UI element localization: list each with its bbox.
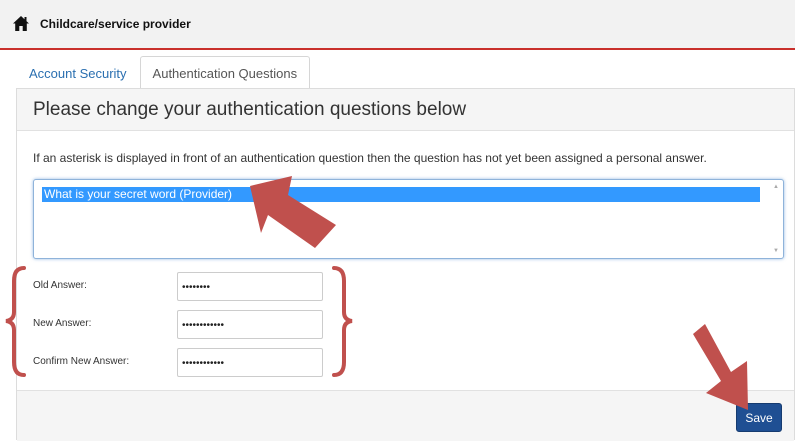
confirm-answer-row: Confirm New Answer: •••••••••••• [33, 348, 353, 378]
tab-bar: Account Security Authentication Question… [16, 56, 311, 89]
old-answer-row: Old Answer: •••••••• [33, 272, 353, 302]
scroll-up-icon[interactable]: ▲ [773, 184, 779, 190]
tab-account-security[interactable]: Account Security [16, 56, 140, 89]
tab-authentication-questions[interactable]: Authentication Questions [139, 56, 311, 89]
new-answer-field[interactable]: •••••••••••• [177, 310, 323, 339]
question-listbox[interactable]: What is your secret word (Provider) ▲ ▼ [33, 179, 784, 259]
confirm-answer-field[interactable]: •••••••••••• [177, 348, 323, 377]
home-icon[interactable] [12, 14, 32, 34]
new-answer-label: New Answer: [33, 318, 92, 329]
old-answer-label: Old Answer: [33, 280, 87, 291]
scroll-down-icon[interactable]: ▼ [773, 248, 779, 254]
instruction-text: If an asterisk is displayed in front of … [33, 151, 707, 165]
confirm-answer-label: Confirm New Answer: [33, 356, 130, 367]
panel-footer: Save [17, 390, 794, 441]
panel-header: Please change your authentication questi… [17, 89, 794, 131]
question-option[interactable]: What is your secret word (Provider) [42, 187, 760, 202]
save-button[interactable]: Save [736, 403, 782, 432]
new-answer-row: New Answer: •••••••••••• [33, 310, 353, 340]
old-answer-field[interactable]: •••••••• [177, 272, 323, 301]
auth-questions-panel: Please change your authentication questi… [16, 88, 795, 441]
app-title: Childcare/service provider [40, 17, 191, 31]
top-bar: Childcare/service provider [0, 0, 795, 50]
page-title: Please change your authentication questi… [33, 98, 467, 120]
